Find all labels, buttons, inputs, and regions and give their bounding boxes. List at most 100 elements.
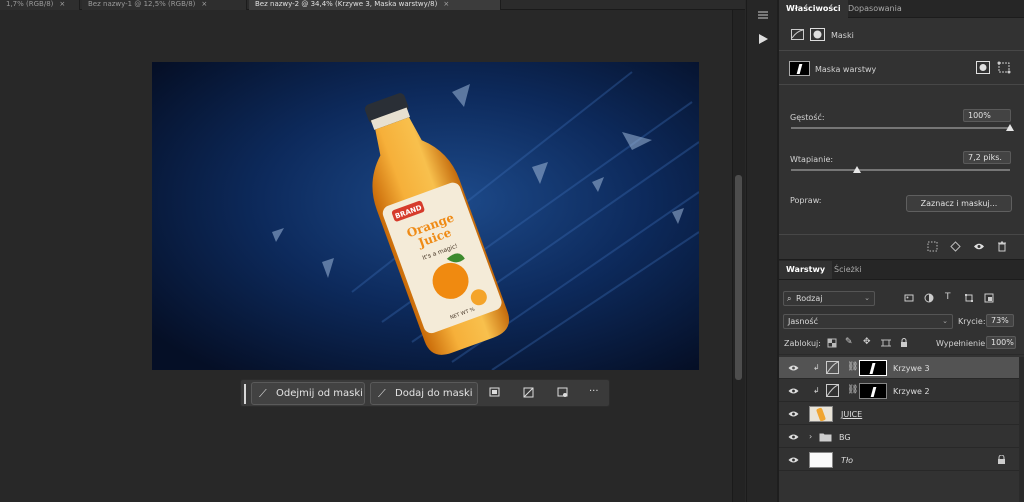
lock-transparency-icon[interactable] [827, 338, 837, 348]
layer-row-krzywe-3[interactable]: ↲ ⛓ Krzywe 3 [779, 357, 1019, 379]
feather-slider[interactable] [791, 169, 1010, 171]
density-slider[interactable] [791, 127, 1010, 129]
document-tab-3[interactable]: Bez nazwy-2 @ 34,4% (Krzywe 3, Maska war… [249, 0, 501, 10]
layer-filter-select[interactable]: ⌕ Rodzaj ⌄ [783, 291, 875, 306]
layer-row-juice[interactable]: JUICE [779, 403, 1019, 425]
layer-visibility-eye-icon[interactable] [788, 456, 799, 464]
pixel-mask-icon[interactable] [976, 61, 990, 74]
layer-row-background[interactable]: Tło [779, 449, 1019, 471]
collapsed-panel-strip [746, 0, 780, 502]
invert-mask-icon[interactable] [523, 387, 534, 398]
layer-mask-thumbnail[interactable] [859, 383, 887, 399]
close-icon[interactable]: × [201, 0, 207, 8]
load-selection-icon[interactable] [927, 241, 938, 252]
feather-slider-handle[interactable] [852, 166, 861, 173]
blend-mode-select[interactable]: Jasność ⌄ [783, 314, 953, 329]
mask-link-chain-icon[interactable]: ⛓ [847, 385, 858, 395]
filter-kind-value: Rodzaj [796, 294, 823, 303]
layer-name[interactable]: JUICE [841, 410, 862, 419]
lock-position-move-icon[interactable]: ✥ [863, 337, 871, 347]
add-to-mask-button[interactable]: ⟋ Dodaj do maski [370, 382, 478, 405]
filter-smart-object-icon[interactable] [984, 293, 994, 303]
lock-icon [998, 455, 1005, 464]
clipping-arrow-icon: ↲ [813, 363, 820, 372]
layer-mask-thumbnail[interactable] [789, 61, 810, 76]
visibility-eye-icon[interactable] [973, 242, 985, 251]
tab-properties[interactable]: Właściwości [779, 0, 848, 18]
mask-link-chain-icon[interactable]: ⛓ [847, 362, 858, 372]
tab-layers[interactable]: Warstwy [779, 261, 833, 279]
curves-adjustment-icon [826, 384, 839, 397]
tab-paths[interactable]: Ścieżki [827, 261, 869, 279]
separator [779, 50, 1024, 51]
density-label: Gęstość: [790, 113, 825, 122]
mask-settings-icon[interactable] [557, 387, 568, 398]
close-icon[interactable]: × [59, 0, 65, 8]
play-action-icon[interactable] [757, 33, 769, 45]
scrollbar-thumb[interactable] [735, 175, 742, 380]
layer-name[interactable]: Krzywe 3 [893, 364, 930, 373]
density-input[interactable]: 100% [963, 109, 1011, 122]
filter-type-icon[interactable]: T [945, 292, 951, 302]
layer-thumbnail[interactable] [809, 406, 833, 422]
filter-pixel-icon[interactable] [904, 293, 914, 303]
fill-label: Wypełnienie: [936, 339, 988, 348]
filter-adjustment-icon[interactable] [924, 293, 934, 303]
fill-input[interactable]: 100% [986, 336, 1016, 349]
folder-icon [819, 433, 832, 442]
document-tab-bar: 1,7% (RGB/8) × Bez nazwy-1 @ 12,5% (RGB/8… [0, 0, 745, 10]
layer-name[interactable]: Tło [841, 456, 853, 465]
vector-mask-icon[interactable] [997, 61, 1011, 74]
layer-name[interactable]: Krzywe 2 [893, 387, 930, 396]
history-icon[interactable] [757, 9, 769, 21]
brush-plus-icon: ⟋ [378, 387, 386, 400]
feather-input[interactable]: 7,2 piks. [963, 151, 1011, 164]
expand-chevron-icon[interactable]: › [809, 432, 812, 441]
document-tab-1[interactable]: 1,7% (RGB/8) × [0, 0, 80, 10]
opacity-label: Krycie: [958, 317, 986, 326]
mask-overlay-icon[interactable] [489, 387, 500, 398]
tab-label: Bez nazwy-2 @ 34,4% (Krzywe 3, Maska war… [255, 0, 438, 8]
tab-label: 1,7% (RGB/8) [6, 0, 54, 8]
bottle-thumbnail-shape [815, 407, 827, 422]
density-slider-handle[interactable] [1006, 124, 1014, 131]
brush-minus-icon: ⟋ [259, 387, 267, 400]
search-icon: ⌕ [787, 294, 792, 303]
layer-visibility-eye-icon[interactable] [788, 433, 799, 441]
chevron-down-icon: ⌄ [942, 317, 948, 325]
apply-mask-icon[interactable] [950, 241, 961, 252]
tab-adjustments[interactable]: Dopasowania [841, 0, 909, 18]
layer-visibility-eye-icon[interactable] [788, 364, 799, 372]
refine-label: Popraw: [790, 196, 822, 205]
filter-shape-icon[interactable] [964, 293, 974, 303]
more-options-icon[interactable]: ··· [589, 386, 599, 397]
layer-thumbnail[interactable] [809, 452, 833, 468]
subtract-from-mask-button[interactable]: ⟋ Odejmij od maski [251, 382, 365, 405]
separator [779, 84, 1024, 85]
lock-pixels-brush-icon[interactable]: ✎ [845, 337, 853, 347]
layer-row-bg-group[interactable]: › BG [779, 426, 1019, 448]
add-label: Dodaj do maski [395, 388, 473, 399]
canvas-image[interactable]: BRAND Orange Juice It's a magic! NET WT … [152, 62, 699, 370]
layer-row-krzywe-2[interactable]: ↲ ⛓ Krzywe 2 [779, 380, 1019, 402]
layer-mask-thumbnail[interactable] [859, 360, 887, 376]
layer-visibility-eye-icon[interactable] [788, 410, 799, 418]
chevron-down-icon: ⌄ [864, 294, 870, 302]
opacity-input[interactable]: 73% [986, 314, 1014, 327]
document-tab-2[interactable]: Bez nazwy-1 @ 12,5% (RGB/8) × [82, 0, 247, 10]
layers-scrollbar[interactable] [1019, 357, 1024, 502]
layer-visibility-eye-icon[interactable] [788, 387, 799, 395]
delete-mask-icon[interactable] [997, 241, 1007, 252]
subtract-label: Odejmij od maski [276, 388, 363, 399]
mask-icon [810, 28, 825, 41]
layer-name[interactable]: BG [839, 433, 851, 442]
properties-tab-bar: Właściwości Dopasowania [779, 0, 1024, 18]
lock-all-icon[interactable] [899, 338, 909, 348]
curves-adjustment-icon [826, 361, 839, 374]
toolbar-grip-handle[interactable] [244, 384, 246, 404]
mask-contextual-toolbar: ⟋ Odejmij od maski ⟋ Dodaj do maski ··· [240, 379, 610, 407]
right-panel: Właściwości Dopasowania Maski Maska wars… [779, 0, 1024, 502]
close-icon[interactable]: × [443, 0, 449, 8]
lock-artboard-icon[interactable] [881, 338, 891, 348]
select-and-mask-button[interactable]: Zaznacz i maskuj... [906, 195, 1012, 212]
